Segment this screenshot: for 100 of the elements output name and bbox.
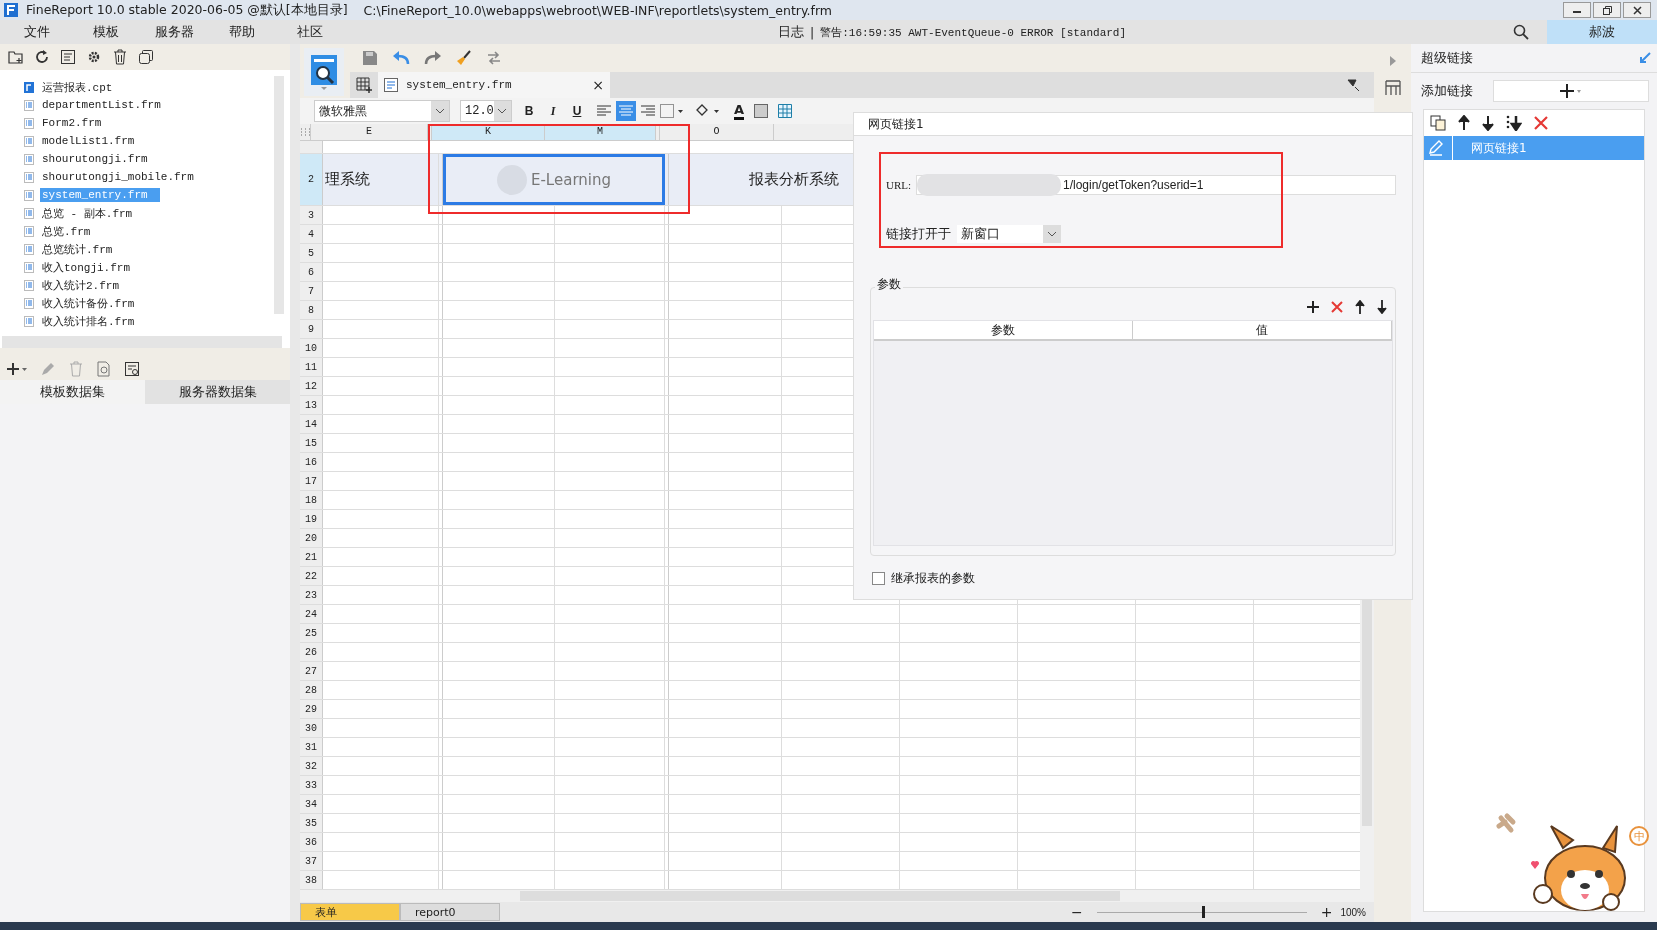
row-number[interactable]: 14 <box>300 415 323 433</box>
log-label[interactable]: 日志 <box>778 23 804 41</box>
menu-item[interactable]: 社区 <box>278 23 342 41</box>
document-icon[interactable] <box>60 49 76 65</box>
file-tree-item[interactable]: shourutongji_mobile.frm <box>40 170 196 184</box>
row-number[interactable]: 5 <box>300 244 323 262</box>
row-number[interactable]: 22 <box>300 567 323 585</box>
preview-button[interactable] <box>304 48 344 96</box>
zoom-out-button[interactable]: − <box>1070 904 1083 920</box>
row-number[interactable]: 18 <box>300 491 323 509</box>
new-folder-icon[interactable] <box>8 49 24 65</box>
row-number[interactable]: 29 <box>300 700 323 718</box>
up-arrow-icon[interactable] <box>1355 300 1365 314</box>
file-tree-item[interactable]: modelList1.frm <box>40 134 137 148</box>
dataset-tab[interactable]: 模板数据集 <box>0 380 145 404</box>
row-number[interactable]: 20 <box>300 529 323 547</box>
row-number[interactable]: 36 <box>300 833 323 851</box>
row-number[interactable]: 11 <box>300 358 323 376</box>
sheet-tab[interactable]: report0 <box>400 903 500 921</box>
zoom-thumb[interactable] <box>1201 906 1205 918</box>
menu-item[interactable]: 帮助 <box>210 23 274 41</box>
row-number[interactable]: 26 <box>300 643 323 661</box>
row-number[interactable]: 24 <box>300 605 323 623</box>
checkbox[interactable] <box>872 572 885 585</box>
down-arrow-icon[interactable] <box>1377 300 1387 314</box>
file-tree-item[interactable]: 收入统计2.frm <box>40 276 121 294</box>
row-number[interactable]: 33 <box>300 776 323 794</box>
file-tree-item[interactable]: 收入统计备份.frm <box>40 294 137 312</box>
menu-item[interactable]: 服务器 <box>142 23 206 41</box>
row-number[interactable]: 8 <box>300 301 323 319</box>
search-icon[interactable] <box>1513 24 1529 40</box>
table-icon[interactable] <box>778 104 793 118</box>
open-in-dropdown[interactable]: 新窗口 <box>957 225 1061 243</box>
border-icon[interactable] <box>660 104 684 118</box>
redo-icon[interactable] <box>424 50 442 66</box>
restore-button[interactable] <box>1593 2 1621 18</box>
refresh-icon[interactable] <box>34 49 50 65</box>
scrollbar[interactable] <box>274 76 284 314</box>
sheet-tab[interactable]: 表单 <box>300 903 400 921</box>
row-number[interactable]: 13 <box>300 396 323 414</box>
swap-icon[interactable] <box>486 50 502 66</box>
row-number[interactable]: 21 <box>300 548 323 566</box>
row-number[interactable]: 16 <box>300 453 323 471</box>
text-style-button[interactable]: B <box>522 104 536 118</box>
file-tree-item[interactable]: 收入统计排名.frm <box>40 312 137 330</box>
row-number[interactable]: 12 <box>300 377 323 395</box>
up-arrow-icon[interactable] <box>1458 115 1470 131</box>
row-number[interactable]: 19 <box>300 510 323 528</box>
save-icon[interactable] <box>362 50 378 66</box>
editor-tab[interactable]: system_entry.frm <box>406 79 512 91</box>
column-header[interactable]: O <box>660 124 774 140</box>
text-style-button[interactable]: U <box>570 104 584 118</box>
url-field[interactable]: 1/login/getToken?userid=1 <box>916 175 1396 195</box>
add-icon[interactable] <box>6 361 28 377</box>
row-number[interactable]: 27 <box>300 662 323 680</box>
file-tree-item[interactable]: departmentList.frm <box>40 98 163 112</box>
row-number[interactable]: 4 <box>300 225 323 243</box>
close-button[interactable] <box>1623 2 1651 18</box>
selected-cell[interactable]: E-Learning <box>443 154 665 205</box>
file-tree-item[interactable]: shourutongji.frm <box>40 152 150 166</box>
column-header[interactable]: 参数 <box>874 321 1133 339</box>
brush-icon[interactable] <box>456 50 472 66</box>
row-number[interactable]: 37 <box>300 852 323 870</box>
menu-item[interactable]: 文件 <box>4 23 70 41</box>
move-to-bottom-icon[interactable] <box>1506 115 1522 131</box>
trash-icon[interactable] <box>112 49 128 65</box>
column-header[interactable]: E <box>311 124 428 140</box>
row-number[interactable]: 34 <box>300 795 323 813</box>
font-size-dropdown[interactable]: 12.0 <box>460 100 512 122</box>
delete-icon[interactable] <box>1534 116 1548 130</box>
arrow-icon[interactable] <box>1639 52 1651 64</box>
delete-icon[interactable] <box>1331 301 1343 313</box>
zoom-in-button[interactable]: + <box>1320 904 1333 920</box>
zoom-slider[interactable] <box>1096 906 1307 918</box>
row-number[interactable]: 31 <box>300 738 323 756</box>
file-tree-item[interactable]: 运营报表.cpt <box>40 78 115 96</box>
copy-icon[interactable] <box>1430 115 1446 131</box>
merge-cells-icon[interactable] <box>754 104 769 118</box>
column-header[interactable]: 值 <box>1133 321 1392 339</box>
file-tree-item[interactable]: 总览 - 副本.frm <box>40 204 135 222</box>
row-number[interactable]: 7 <box>300 282 323 300</box>
row-number[interactable]: 9 <box>300 320 323 338</box>
row-number[interactable]: 15 <box>300 434 323 452</box>
add-icon[interactable] <box>1307 301 1319 313</box>
row-number[interactable]: 28 <box>300 681 323 699</box>
row-number[interactable]: 32 <box>300 757 323 775</box>
row-number[interactable]: 6 <box>300 263 323 281</box>
down-arrow-icon[interactable] <box>1482 115 1494 131</box>
menu-item[interactable]: 模板 <box>74 23 138 41</box>
row-number[interactable]: 38 <box>300 871 323 889</box>
font-color-button[interactable]: A <box>734 102 745 120</box>
minimize-button[interactable] <box>1563 2 1591 18</box>
row-number[interactable]: 35 <box>300 814 323 832</box>
font-dropdown[interactable]: 微软雅黑 <box>314 100 450 122</box>
row-number[interactable]: 30 <box>300 719 323 737</box>
file-tree-item[interactable]: 总览统计.frm <box>40 240 115 258</box>
row-number[interactable]: 23 <box>300 586 323 604</box>
row-number[interactable]: 10 <box>300 339 323 357</box>
file-tree-item[interactable]: 总览.frm <box>40 222 93 240</box>
dataset-tab[interactable]: 服务器数据集 <box>145 380 290 404</box>
